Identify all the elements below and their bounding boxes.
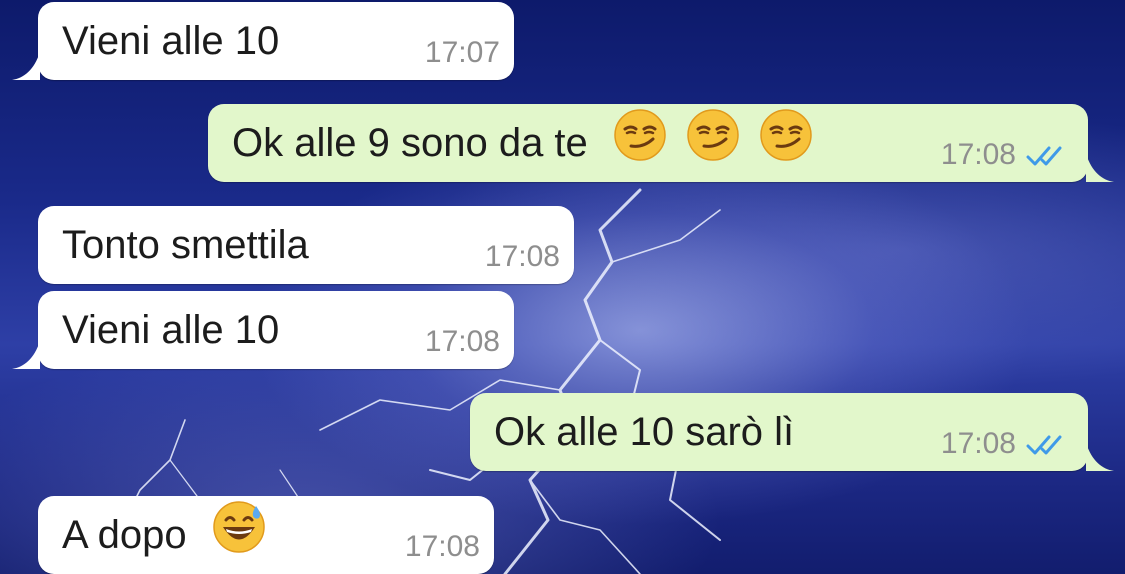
message-time: 17:08: [940, 427, 1016, 460]
lightning-background: [119, 188, 771, 574]
message-text: Ok alle 9 sono da te: [232, 121, 588, 165]
message-text-wrapper: A dopo: [62, 496, 266, 574]
grinning-face-with-sweat-icon: [212, 501, 265, 553]
message-text: Vieni alle 10: [62, 308, 280, 352]
bubble-tail: [1086, 443, 1114, 471]
read-receipt-double-check-icon: [1026, 435, 1062, 455]
message-bubble-incoming[interactable]: A dopo 17:08: [38, 496, 494, 574]
message-bubble-incoming[interactable]: Tonto smettila 17:08: [38, 206, 574, 284]
smirking-face-icon: [614, 109, 666, 161]
message-time: 17:07: [424, 36, 500, 69]
message-bubble-incoming[interactable]: Vieni alle 10 17:08: [12, 291, 514, 369]
smirking-face-icon: [687, 109, 739, 161]
bubble-tail: [12, 52, 40, 80]
chat-wallpaper: [0, 0, 1125, 574]
bubble-tail: [1086, 154, 1114, 182]
message-time: 17:08: [940, 138, 1016, 171]
message-text: Tonto smettila: [62, 223, 309, 267]
message-text: Vieni alle 10: [62, 19, 280, 63]
message-time: 17:08: [484, 240, 560, 273]
message-text-wrapper: Ok alle 9 sono da te: [232, 104, 813, 182]
message-time: 17:08: [424, 325, 500, 358]
read-receipt-double-check-icon: [1026, 146, 1062, 166]
message-bubble-outgoing[interactable]: Ok alle 9 sono da te 17:08: [208, 104, 1114, 182]
message-bubble-outgoing[interactable]: Ok alle 10 sarò lì 17:08: [470, 393, 1114, 471]
message-bubble-incoming[interactable]: Vieni alle 10 17:07: [12, 2, 514, 80]
message-text: Ok alle 10 sarò lì: [494, 410, 795, 454]
smirking-face-icon: [760, 109, 812, 161]
bubble-tail: [12, 341, 40, 369]
message-time: 17:08: [404, 530, 480, 563]
message-text: A dopo: [62, 513, 187, 557]
